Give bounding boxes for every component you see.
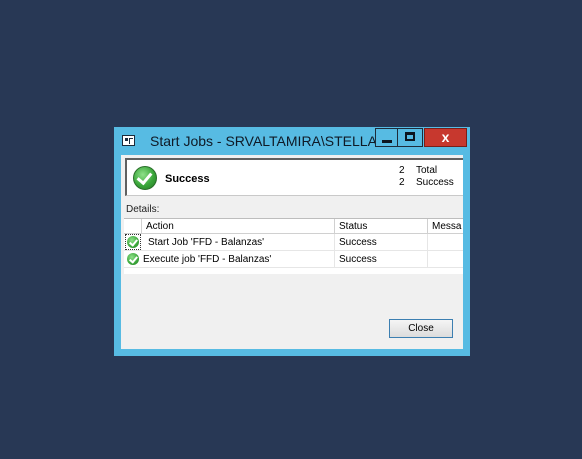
summary-status: Success (165, 173, 210, 185)
close-button[interactable]: Close (389, 319, 453, 338)
success-check-icon (133, 166, 157, 190)
row-message (432, 251, 462, 268)
column-header-status[interactable]: Status (335, 219, 428, 234)
row-action: Execute job 'FFD - Balanzas' (143, 254, 272, 265)
total-label: Total (416, 165, 438, 176)
details-grid[interactable]: Action Status Messa Start Job 'FFD - Bal… (124, 218, 463, 274)
column-divider (427, 251, 428, 268)
success-count: 2 (399, 177, 405, 188)
summary-panel: Success 2 Total 2 Success (125, 158, 463, 196)
success-check-icon (127, 236, 139, 248)
table-row[interactable]: Execute job 'FFD - Balanzas' Success (124, 251, 463, 268)
window-title: Start Jobs - SRVALTAMIRA\STELLAR (150, 133, 388, 149)
maximize-button[interactable] (398, 128, 423, 147)
column-header-message[interactable]: Messa (428, 219, 463, 234)
maximize-icon (405, 132, 415, 141)
row-status: Success (339, 254, 377, 265)
minimize-button[interactable] (375, 128, 398, 147)
row-action: Start Job 'FFD - Balanzas' (148, 237, 265, 248)
row-status: Success (339, 237, 377, 248)
close-window-button[interactable]: x (424, 128, 467, 147)
close-icon: x (441, 129, 450, 145)
dialog-body: Success 2 Total 2 Success Details: Actio… (121, 155, 463, 349)
column-divider (427, 234, 428, 251)
details-label: Details: (126, 204, 160, 215)
total-count: 2 (399, 165, 405, 176)
success-label: Success (416, 177, 454, 188)
success-check-icon (127, 253, 139, 265)
start-jobs-dialog: Start Jobs - SRVALTAMIRA\STELLAR x Succe… (114, 127, 470, 356)
column-divider (334, 251, 335, 268)
column-divider (334, 234, 335, 251)
minimize-icon (382, 140, 392, 143)
table-row[interactable]: Start Job 'FFD - Balanzas' Success (124, 234, 463, 251)
title-bar[interactable]: Start Jobs - SRVALTAMIRA\STELLAR x (114, 127, 470, 153)
column-header-action[interactable]: Action (142, 219, 335, 234)
row-message (432, 234, 462, 251)
column-header-icon[interactable] (124, 219, 142, 234)
app-icon[interactable] (122, 135, 135, 146)
